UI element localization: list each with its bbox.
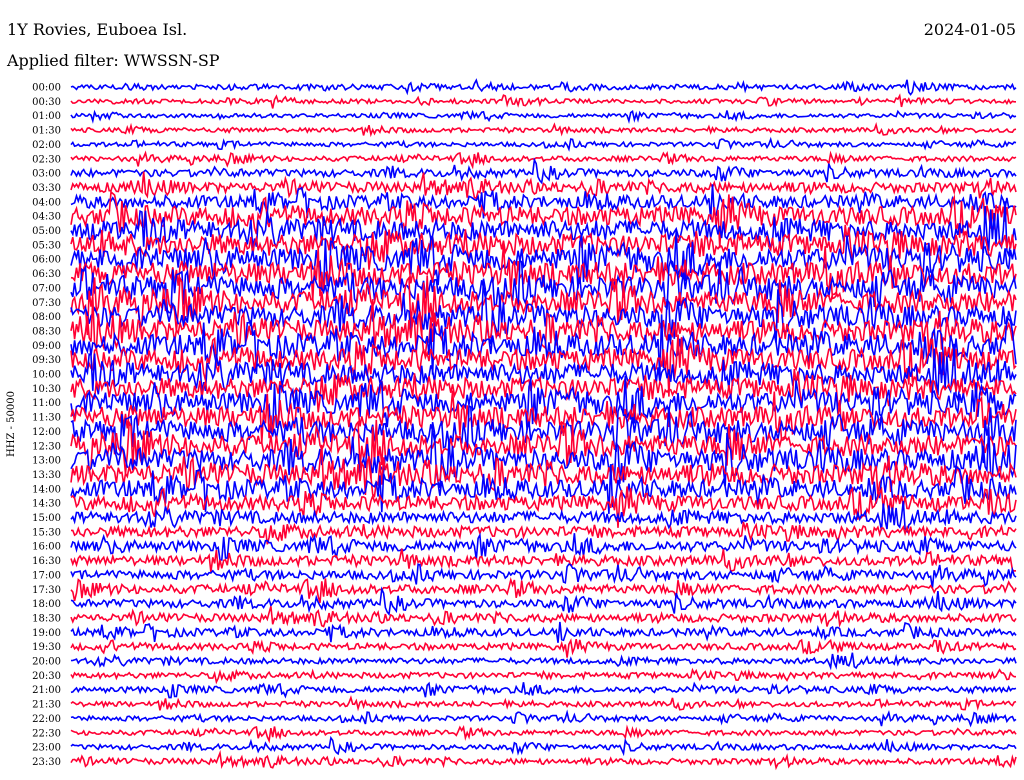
trace-line-1600 xyxy=(70,532,1017,561)
time-tick-label: 18:00 xyxy=(32,599,61,610)
trace-line-0100 xyxy=(70,109,1017,125)
time-tick-label: 06:00 xyxy=(32,255,61,266)
time-tick-label: 19:30 xyxy=(32,642,61,653)
time-tick-label: 23:00 xyxy=(32,743,61,754)
time-tick-label: 05:30 xyxy=(32,240,61,251)
time-tick-label: 21:00 xyxy=(32,685,61,696)
trace-line-2030 xyxy=(70,667,1016,685)
y-axis-label: HHZ - 50000 xyxy=(6,391,17,457)
time-tick-label: 17:30 xyxy=(32,585,61,596)
trace-line-2300 xyxy=(70,735,1017,757)
time-tick-label: 03:00 xyxy=(32,169,61,180)
time-tick-label: 10:30 xyxy=(32,384,61,395)
trace-line-0400 xyxy=(70,184,1017,220)
time-tick-label: 21:30 xyxy=(32,700,61,711)
time-tick-label: 15:30 xyxy=(32,527,61,538)
time-tick-label: 01:00 xyxy=(32,111,61,122)
time-tick-label: 15:00 xyxy=(32,513,61,524)
trace-line-1530 xyxy=(71,521,1017,545)
trace-line-1930 xyxy=(70,638,1017,658)
time-tick-label: 00:30 xyxy=(32,97,61,108)
time-tick-label: 20:00 xyxy=(32,657,61,668)
trace-line-2200 xyxy=(70,709,1017,728)
time-tick-label: 12:00 xyxy=(32,427,61,438)
time-tick-label: 09:00 xyxy=(32,341,61,352)
time-tick-label: 08:00 xyxy=(32,312,61,323)
time-tick-label: 14:00 xyxy=(32,484,61,495)
trace-line-0130 xyxy=(70,122,1017,138)
time-tick-label: 16:00 xyxy=(32,542,61,553)
time-tick-label: 06:30 xyxy=(32,269,61,280)
time-tick-label: 11:00 xyxy=(32,398,61,409)
time-tick-label: 19:00 xyxy=(32,628,61,639)
time-tick-label: 11:30 xyxy=(32,413,61,424)
time-tick-label: 17:00 xyxy=(32,570,61,581)
time-tick-label: 16:30 xyxy=(32,556,61,567)
time-tick-label: 20:30 xyxy=(32,671,61,682)
time-tick-group: 00:00 00:30 01:00 01:30 02:00 02:30 03:00 03:30… xyxy=(32,83,61,768)
trace-line-2000 xyxy=(70,652,1017,671)
helicorder-plot: 00:00 00:30 01:00 01:30 02:00 02:30 03:00 03:30… xyxy=(6,78,1017,771)
time-tick-label: 01:30 xyxy=(32,126,61,137)
trace-line-0200 xyxy=(70,136,1017,152)
time-tick-label: 07:00 xyxy=(32,283,61,294)
time-tick-label: 04:00 xyxy=(32,197,61,208)
time-tick-label: 04:30 xyxy=(32,212,61,223)
time-tick-label: 13:00 xyxy=(32,456,61,467)
time-tick-label: 02:00 xyxy=(32,140,61,151)
time-tick-label: 12:30 xyxy=(32,441,61,452)
trace-line-0300 xyxy=(70,157,1017,185)
trace-line-1700 xyxy=(70,563,1017,589)
time-tick-label: 07:30 xyxy=(32,298,61,309)
time-tick-label: 23:30 xyxy=(32,757,61,768)
time-tick-label: 00:00 xyxy=(32,83,61,94)
time-tick-label: 08:30 xyxy=(32,326,61,337)
trace-line-1830 xyxy=(70,606,1017,628)
trace-line-0030 xyxy=(70,93,1016,109)
time-tick-label: 03:30 xyxy=(32,183,61,194)
trace-line-0230 xyxy=(70,150,1017,170)
time-tick-label: 09:30 xyxy=(32,355,61,366)
trace-line-1630 xyxy=(70,548,1017,573)
time-tick-label: 05:00 xyxy=(32,226,61,237)
time-tick-label: 22:30 xyxy=(32,728,61,739)
trace-line-2230 xyxy=(70,724,1017,744)
time-tick-label: 14:30 xyxy=(32,499,61,510)
trace-line-1900 xyxy=(70,621,1017,643)
time-tick-label: 22:00 xyxy=(32,714,61,725)
time-tick-label: 13:30 xyxy=(32,470,61,481)
trace-line-2330 xyxy=(70,749,1017,771)
time-tick-label: 10:00 xyxy=(32,370,61,381)
trace-line-2100 xyxy=(70,681,1017,699)
trace-line-2130 xyxy=(70,695,1017,712)
time-tick-label: 18:30 xyxy=(32,613,61,624)
time-tick-label: 02:30 xyxy=(32,154,61,165)
trace-group xyxy=(70,78,1017,771)
trace-line-0000 xyxy=(70,78,1017,96)
